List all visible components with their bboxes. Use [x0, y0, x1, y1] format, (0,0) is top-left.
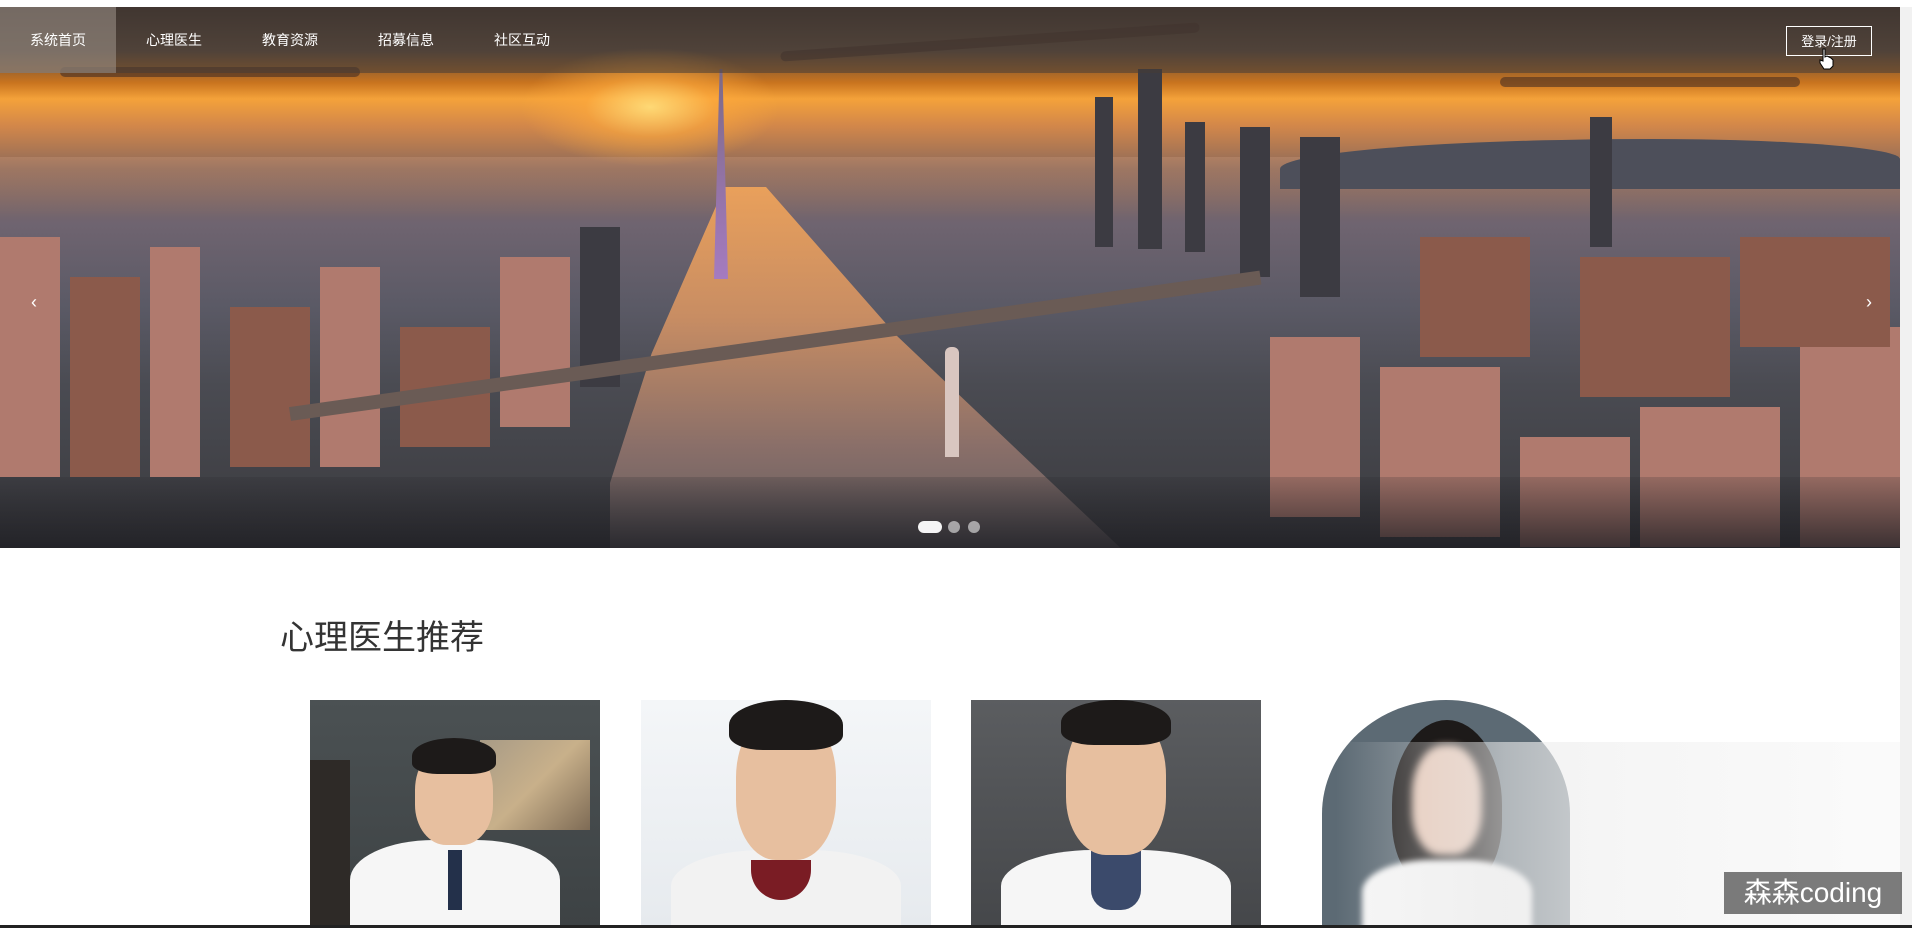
- doctor-tie: [1091, 850, 1141, 910]
- nav-item-doctors[interactable]: 心理医生: [116, 7, 232, 73]
- watermark: 森森coding: [1724, 872, 1902, 914]
- banner-carousel: ‹ ›: [0, 7, 1900, 548]
- bookshelf: [310, 760, 350, 928]
- nav-item-home[interactable]: 系统首页: [0, 7, 116, 73]
- doctor-tie: [448, 850, 462, 910]
- chevron-right-icon[interactable]: ›: [1859, 292, 1879, 313]
- nav-item-community[interactable]: 社区互动: [464, 7, 580, 73]
- building: [150, 247, 200, 477]
- doctor-hair: [412, 738, 496, 774]
- building: [0, 237, 60, 477]
- building: [1590, 117, 1612, 247]
- bridge-pylon: [945, 347, 959, 457]
- carousel-dot-3[interactable]: [968, 521, 980, 533]
- nav-item-education[interactable]: 教育资源: [232, 7, 348, 73]
- page: ‹ › 系统首页 心理医生 教育资源 招募信息 社区互动 登录/注册 心理医生推…: [0, 0, 1912, 928]
- wall-painting: [480, 740, 590, 830]
- building: [1095, 97, 1113, 247]
- doctor-card-2[interactable]: [641, 700, 931, 928]
- carousel-dot-2[interactable]: [948, 521, 960, 533]
- building: [230, 307, 310, 467]
- carousel-dot-1[interactable]: [918, 521, 942, 533]
- hand-pointer-icon: [1819, 48, 1834, 70]
- top-strip: [0, 0, 1912, 7]
- building: [1420, 237, 1530, 357]
- building: [1138, 69, 1162, 249]
- building: [1580, 257, 1730, 397]
- building: [500, 257, 570, 427]
- top-navbar: 系统首页 心理医生 教育资源 招募信息 社区互动 登录/注册: [0, 7, 1900, 73]
- building: [320, 267, 380, 467]
- doctor-hair: [729, 700, 843, 750]
- doctor-hair: [1061, 700, 1171, 745]
- foreground-shadow: [0, 477, 1900, 548]
- doctor-card-3[interactable]: [971, 700, 1261, 928]
- building: [1185, 122, 1205, 252]
- chevron-left-icon[interactable]: ‹: [24, 292, 44, 313]
- scrollbar[interactable]: [1900, 7, 1912, 928]
- section-title: 心理医生推荐: [280, 618, 484, 658]
- building: [70, 277, 140, 477]
- building: [1300, 137, 1340, 297]
- cloud: [1500, 77, 1800, 87]
- nav-item-recruitment[interactable]: 招募信息: [348, 7, 464, 73]
- building: [1240, 127, 1270, 277]
- doctor-card-1[interactable]: [310, 700, 600, 928]
